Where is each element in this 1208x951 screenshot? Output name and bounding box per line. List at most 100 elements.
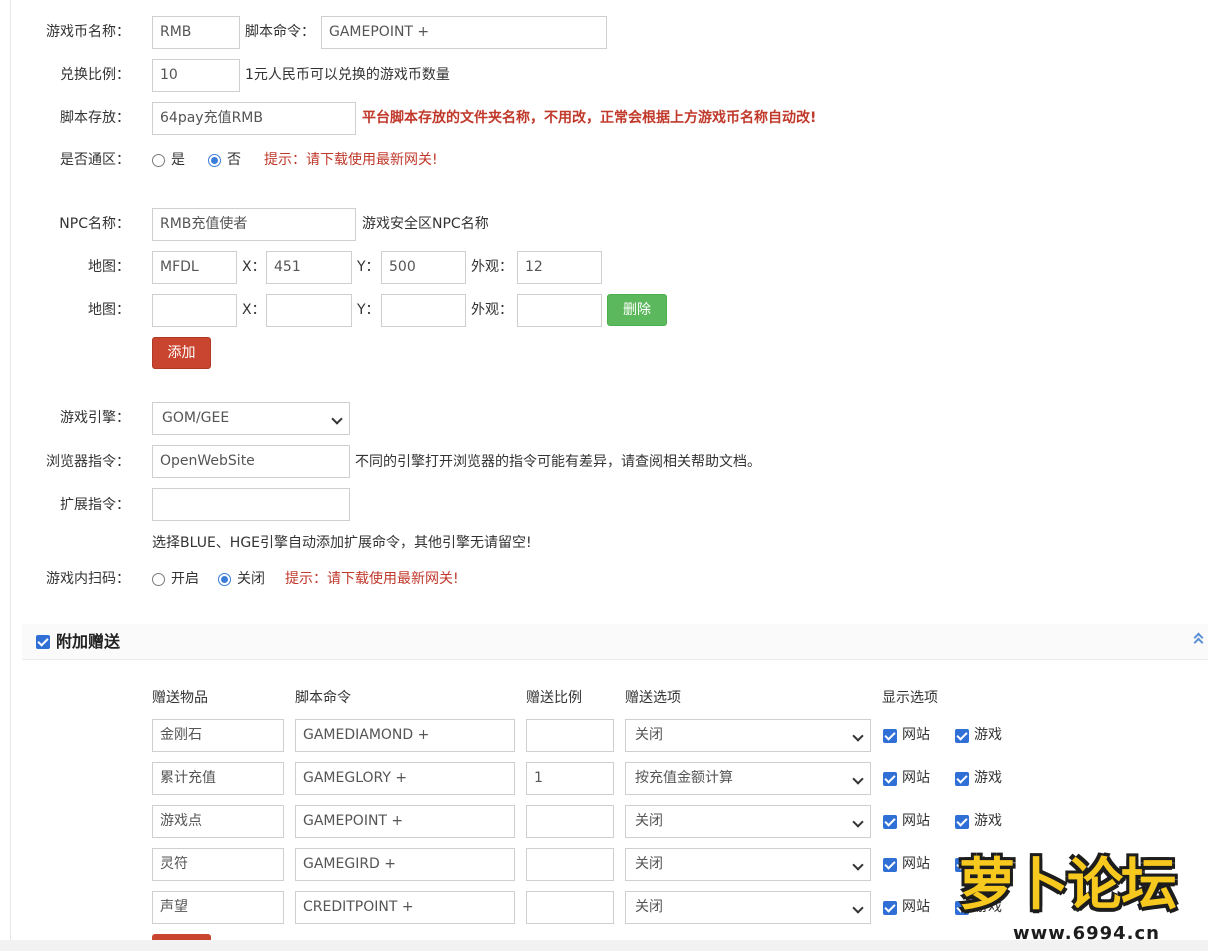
map-look-label: 外观： <box>471 259 513 275</box>
map-x-input[interactable]: 451 <box>266 251 352 284</box>
browser-cmd-input[interactable]: OpenWebSite <box>152 445 350 478</box>
bonus-option-select[interactable]: 关闭 <box>625 719 871 752</box>
bonus-item-input[interactable]: 声望 <box>152 891 284 924</box>
bonus-option-select[interactable]: 关闭 <box>625 805 871 838</box>
bonus-item-input[interactable]: 游戏点 <box>152 805 284 838</box>
map-x-label: X： <box>242 259 266 275</box>
map-input[interactable]: MFDL <box>152 251 237 284</box>
bonus-ratio-input[interactable]: 1 <box>526 762 614 795</box>
map-x-label: X： <box>242 302 266 318</box>
show-game-checkbox[interactable] <box>955 729 969 743</box>
bonus-item-input[interactable]: 累计充值 <box>152 762 284 795</box>
bonus-item-input[interactable]: 灵符 <box>152 848 284 881</box>
bonus-option-value: 关闭 <box>635 727 663 743</box>
watermark-url: www.6994.cn <box>1013 923 1160 944</box>
collapse-icon[interactable] <box>1193 631 1205 648</box>
col-header-cmd: 脚本命令 <box>295 690 351 706</box>
map-label: 地图： <box>88 259 130 275</box>
bonus-cmd-input[interactable]: GAMEGIRD + <box>295 848 515 881</box>
bonus-ratio-input[interactable] <box>526 805 614 838</box>
bonus-option-select[interactable]: 按充值金额计算 <box>625 762 871 795</box>
engine-select-value: GOM/GEE <box>162 410 230 426</box>
script-cmd-input[interactable]: GAMEPOINT + <box>321 16 607 49</box>
ext-cmd-label: 扩展指令： <box>60 497 130 513</box>
map-look-label: 外观： <box>471 302 513 318</box>
forum-watermark-logo: 萝卜论坛 www.6994.cn <box>955 848 1200 948</box>
show-site-checkbox[interactable] <box>883 901 897 915</box>
add-map-button[interactable]: 添加 <box>152 337 211 369</box>
engine-select[interactable]: GOM/GEE <box>152 402 350 435</box>
qr-scan-hint: 提示：请下载使用最新网关! <box>285 571 459 587</box>
bonus-item-input[interactable]: 金刚石 <box>152 719 284 752</box>
show-site-label: 网站 <box>902 770 930 786</box>
bonus-option-select[interactable]: 关闭 <box>625 848 871 881</box>
bonus-ratio-input[interactable] <box>526 891 614 924</box>
bonus-ratio-input[interactable] <box>526 848 614 881</box>
chevron-down-icon <box>852 773 864 785</box>
all-server-label: 是否通区： <box>60 152 130 168</box>
bonus-cmd-input[interactable]: GAMEDIAMOND + <box>295 719 515 752</box>
bonus-option-value: 关闭 <box>635 813 663 829</box>
bonus-option-value: 关闭 <box>635 899 663 915</box>
show-site-label: 网站 <box>902 899 930 915</box>
engine-label: 游戏引擎： <box>60 410 130 426</box>
ratio-hint: 1元人民币可以兑换的游戏币数量 <box>245 67 450 83</box>
map-look-input[interactable] <box>517 294 602 327</box>
map-input[interactable] <box>152 294 237 327</box>
map-look-input[interactable]: 12 <box>517 251 602 284</box>
watermark-text: 萝卜论坛 <box>959 853 1177 918</box>
bonus-cmd-input[interactable]: CREDITPOINT + <box>295 891 515 924</box>
qr-scan-label: 游戏内扫码： <box>46 571 130 587</box>
script-cmd-label: 脚本命令： <box>245 24 315 40</box>
show-game-checkbox[interactable] <box>955 772 969 786</box>
col-header-item: 赠送物品 <box>152 690 208 706</box>
all-server-no-radio[interactable] <box>208 154 221 167</box>
bonus-cmd-input[interactable]: GAMEGLORY + <box>295 762 515 795</box>
currency-name-label: 游戏币名称： <box>46 24 130 40</box>
map-x-input[interactable] <box>266 294 352 327</box>
bonus-option-select[interactable]: 关闭 <box>625 891 871 924</box>
bonus-section-title: 附加赠送 <box>56 632 121 651</box>
ratio-label: 兑换比例： <box>60 67 130 83</box>
map-y-label: Y： <box>357 259 380 275</box>
npc-name-input[interactable]: RMB充值使者 <box>152 208 356 241</box>
qr-scan-off-radio[interactable] <box>218 573 231 586</box>
ratio-input[interactable]: 10 <box>152 59 240 92</box>
npc-name-label: NPC名称： <box>59 216 130 232</box>
show-game-checkbox[interactable] <box>955 815 969 829</box>
show-site-label: 网站 <box>902 813 930 829</box>
currency-name-input[interactable]: RMB <box>152 16 240 49</box>
show-site-label: 网站 <box>902 727 930 743</box>
map-y-label: Y： <box>357 302 380 318</box>
chevron-down-icon <box>852 816 864 828</box>
map-y-input[interactable]: 500 <box>381 251 466 284</box>
ext-cmd-input[interactable] <box>152 488 350 521</box>
bonus-ratio-input[interactable] <box>526 719 614 752</box>
bonus-cmd-input[interactable]: GAMEPOINT + <box>295 805 515 838</box>
chevron-down-icon <box>852 730 864 742</box>
left-border <box>10 0 11 951</box>
map-label: 地图： <box>88 302 130 318</box>
all-server-yes-label: 是 <box>171 152 185 168</box>
script-dir-label: 脚本存放： <box>60 110 130 126</box>
all-server-yes-radio[interactable] <box>152 154 165 167</box>
bonus-enable-checkbox[interactable] <box>36 635 50 649</box>
qr-scan-on-radio[interactable] <box>152 573 165 586</box>
bonus-section-header <box>22 624 1208 660</box>
show-site-checkbox[interactable] <box>883 729 897 743</box>
chevron-down-icon <box>331 413 343 425</box>
delete-map-button[interactable]: 删除 <box>607 294 667 326</box>
col-header-display: 显示选项 <box>882 690 938 706</box>
show-site-label: 网站 <box>902 856 930 872</box>
script-dir-hint: 平台脚本存放的文件夹名称，不用改，正常会根据上方游戏币名称自动改! <box>362 110 817 126</box>
show-site-checkbox[interactable] <box>883 858 897 872</box>
chevron-down-icon <box>852 859 864 871</box>
col-header-option: 赠送选项 <box>625 690 681 706</box>
qr-scan-off-label: 关闭 <box>237 571 265 587</box>
show-site-checkbox[interactable] <box>883 772 897 786</box>
show-site-checkbox[interactable] <box>883 815 897 829</box>
show-game-label: 游戏 <box>974 770 1002 786</box>
show-game-label: 游戏 <box>974 813 1002 829</box>
map-y-input[interactable] <box>381 294 466 327</box>
script-dir-input[interactable]: 64pay充值RMB <box>152 102 356 135</box>
